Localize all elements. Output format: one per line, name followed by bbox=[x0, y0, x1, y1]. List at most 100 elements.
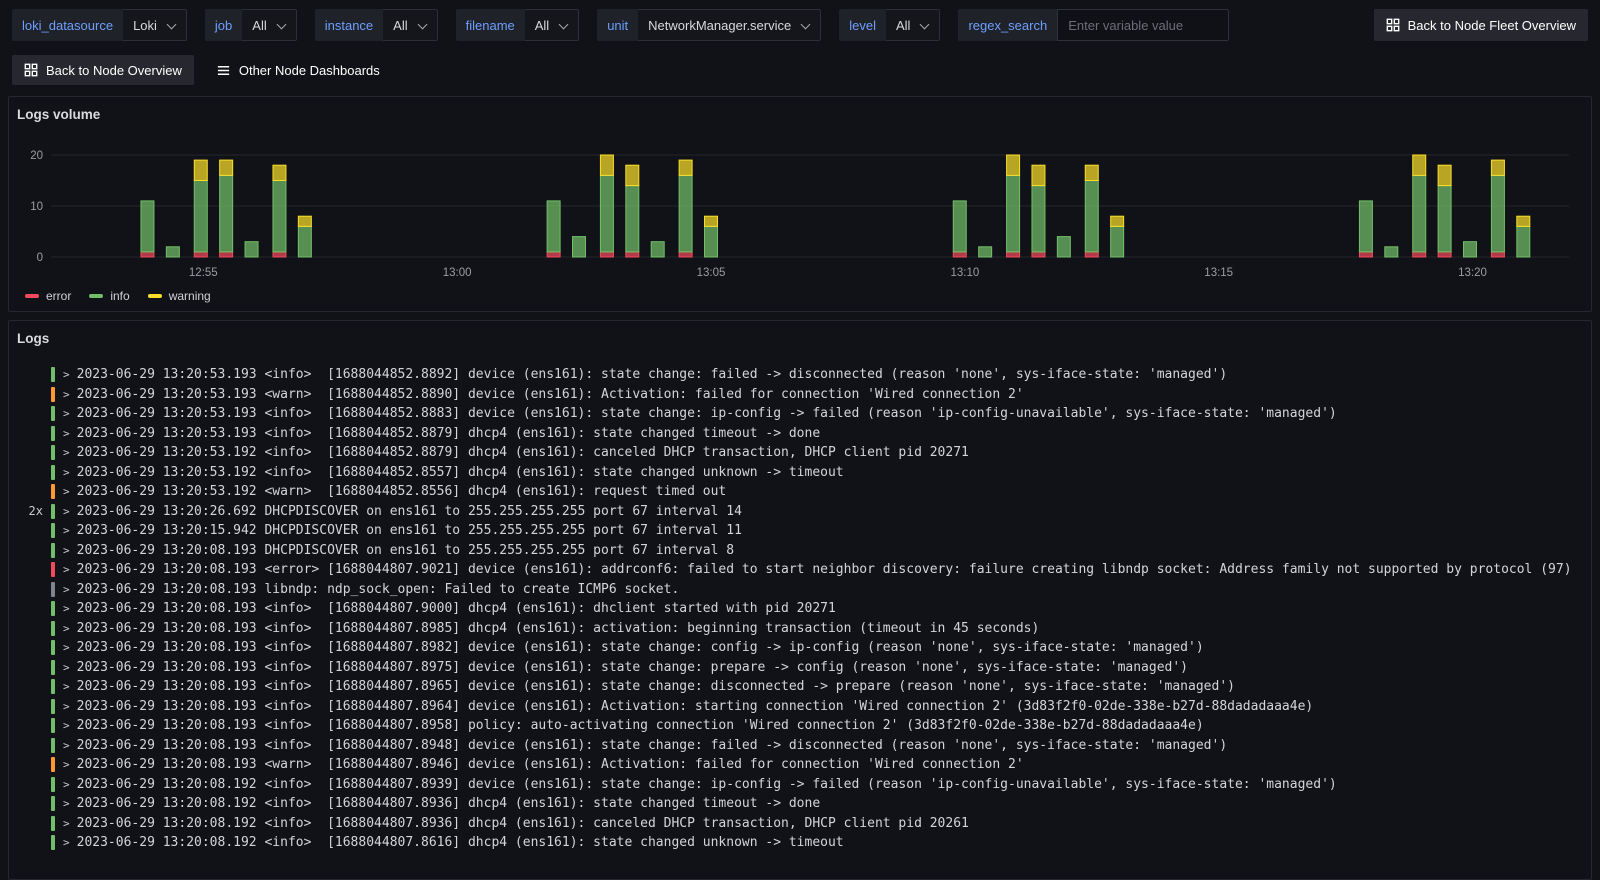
expand-chevron-icon[interactable]: > bbox=[63, 427, 70, 440]
log-row[interactable]: >2023-06-29 13:20:08.192 <info> [1688044… bbox=[17, 775, 1583, 795]
bar-segment-warning bbox=[219, 159, 234, 176]
logs-volume-chart[interactable]: 0 10 20 12:55 13:00 13:05 13:10 13:15 13:20 bbox=[17, 143, 1585, 283]
log-row[interactable]: >2023-06-29 13:20:53.193 <info> [1688044… bbox=[17, 424, 1583, 444]
log-level-indicator-info bbox=[51, 718, 55, 734]
log-row[interactable]: >2023-06-29 13:20:53.192 <info> [1688044… bbox=[17, 463, 1583, 483]
log-level-indicator-unknown bbox=[51, 581, 55, 597]
log-row[interactable]: >2023-06-29 13:20:53.193 <info> [1688044… bbox=[17, 404, 1583, 424]
log-row[interactable]: >2023-06-29 13:20:08.192 <info> [1688044… bbox=[17, 814, 1583, 834]
bar-segment-info bbox=[272, 180, 287, 253]
log-row[interactable]: >2023-06-29 13:20:53.193 <warn> [1688044… bbox=[17, 385, 1583, 405]
back-to-node-overview-button[interactable]: Back to Node Overview bbox=[12, 55, 194, 85]
expand-chevron-icon[interactable]: > bbox=[63, 544, 70, 557]
log-row[interactable]: >2023-06-29 13:20:08.193 <info> [1688044… bbox=[17, 619, 1583, 639]
expand-chevron-icon[interactable]: > bbox=[63, 719, 70, 732]
regex-search-input[interactable] bbox=[1057, 9, 1230, 41]
expand-chevron-icon[interactable]: > bbox=[63, 602, 70, 615]
legend-item-warning[interactable]: warning bbox=[147, 289, 211, 303]
expand-chevron-icon[interactable]: > bbox=[63, 700, 70, 713]
log-line-text: 2023-06-29 13:20:08.193 DHCPDISCOVER on … bbox=[76, 542, 735, 558]
legend-item-error[interactable]: error bbox=[25, 289, 71, 303]
log-level-indicator-info bbox=[51, 815, 55, 831]
variable-value-dropdown[interactable]: NetworkManager.service bbox=[638, 9, 822, 41]
log-level-indicator-info bbox=[51, 796, 55, 812]
log-line-text: 2023-06-29 13:20:08.192 <info> [16880448… bbox=[76, 815, 969, 831]
expand-chevron-icon[interactable]: > bbox=[63, 563, 70, 576]
bar-segment-warning bbox=[704, 215, 718, 227]
bar-segment-info bbox=[165, 246, 180, 258]
log-row[interactable]: >2023-06-29 13:20:08.192 <info> [1688044… bbox=[17, 794, 1583, 814]
back-to-node-fleet-overview-button[interactable]: Back to Node Fleet Overview bbox=[1373, 9, 1588, 41]
logs-panel-title: Logs bbox=[17, 331, 50, 346]
log-row[interactable]: >2023-06-29 13:20:08.193 libndp: ndp_soc… bbox=[17, 580, 1583, 600]
bar-segment-info bbox=[650, 241, 665, 258]
log-row[interactable]: >2023-06-29 13:20:53.192 <warn> [1688044… bbox=[17, 482, 1583, 502]
variable-value-dropdown[interactable]: All bbox=[885, 9, 941, 41]
log-line-text: 2023-06-29 13:20:08.192 <info> [16880448… bbox=[76, 835, 844, 851]
expand-chevron-icon[interactable]: > bbox=[63, 388, 70, 401]
log-row[interactable]: >2023-06-29 13:20:08.193 <info> [1688044… bbox=[17, 658, 1583, 678]
log-row[interactable]: >2023-06-29 13:20:08.192 <info> [1688044… bbox=[17, 833, 1583, 853]
expand-chevron-icon[interactable]: > bbox=[63, 739, 70, 752]
expand-chevron-icon[interactable]: > bbox=[63, 836, 70, 849]
chevron-down-icon bbox=[418, 21, 427, 30]
log-row[interactable]: >2023-06-29 13:20:08.193 <info> [1688044… bbox=[17, 736, 1583, 756]
log-row[interactable]: >2023-06-29 13:20:08.193 <info> [1688044… bbox=[17, 677, 1583, 697]
bar-segment-warning bbox=[1110, 215, 1125, 227]
variable-value-dropdown[interactable]: Loki bbox=[123, 9, 187, 41]
bar-segment-info bbox=[599, 174, 614, 253]
log-row[interactable]: >2023-06-29 13:20:08.193 <warn> [1688044… bbox=[17, 755, 1583, 775]
log-line-text: 2023-06-29 13:20:08.192 <info> [16880448… bbox=[76, 776, 1337, 792]
expand-chevron-icon[interactable]: > bbox=[63, 758, 70, 771]
bar-segment-error bbox=[599, 251, 614, 258]
expand-chevron-icon[interactable]: > bbox=[63, 466, 70, 479]
expand-chevron-icon[interactable]: > bbox=[63, 797, 70, 810]
log-row[interactable]: >2023-06-29 13:20:53.192 <info> [1688044… bbox=[17, 443, 1583, 463]
log-line-text: 2023-06-29 13:20:08.193 <info> [16880448… bbox=[76, 640, 1204, 656]
log-row[interactable]: >2023-06-29 13:20:08.193 DHCPDISCOVER on… bbox=[17, 541, 1583, 561]
log-row[interactable]: >2023-06-29 13:20:08.193 <info> [1688044… bbox=[17, 638, 1583, 658]
log-row[interactable]: >2023-06-29 13:20:08.193 <info> [1688044… bbox=[17, 599, 1583, 619]
bar-segment-error bbox=[272, 251, 287, 258]
bar-segment-info bbox=[244, 241, 259, 258]
expand-chevron-icon[interactable]: > bbox=[63, 485, 70, 498]
log-level-indicator-info bbox=[51, 698, 55, 714]
expand-chevron-icon[interactable]: > bbox=[63, 524, 70, 537]
log-line-text: 2023-06-29 13:20:53.192 <warn> [16880448… bbox=[76, 484, 727, 500]
log-row[interactable]: >2023-06-29 13:20:08.193 <info> [1688044… bbox=[17, 697, 1583, 717]
bar-segment-error bbox=[193, 251, 208, 258]
expand-chevron-icon[interactable]: > bbox=[63, 368, 70, 381]
expand-chevron-icon[interactable]: > bbox=[63, 680, 70, 693]
variable-value-dropdown[interactable]: All bbox=[383, 9, 438, 41]
bar-segment-info bbox=[1084, 180, 1099, 253]
expand-chevron-icon[interactable]: > bbox=[63, 446, 70, 459]
log-row[interactable]: >2023-06-29 13:20:08.193 <error> [168804… bbox=[17, 560, 1583, 580]
expand-chevron-icon[interactable]: > bbox=[63, 505, 70, 518]
log-level-indicator-info bbox=[51, 601, 55, 617]
log-row[interactable]: 2x >2023-06-29 13:20:26.692 DHCPDISCOVER … bbox=[17, 502, 1583, 522]
other-node-dashboards-button[interactable]: Other Node Dashboards bbox=[216, 55, 380, 85]
expand-chevron-icon[interactable]: > bbox=[63, 407, 70, 420]
variable-label: regex_search bbox=[958, 9, 1058, 41]
variable-value-dropdown[interactable]: All bbox=[524, 9, 580, 41]
log-level-indicator-info bbox=[51, 445, 55, 461]
bar-segment-error bbox=[1490, 251, 1505, 258]
expand-chevron-icon[interactable]: > bbox=[63, 661, 70, 674]
log-row[interactable]: >2023-06-29 13:20:15.942 DHCPDISCOVER on… bbox=[17, 521, 1583, 541]
legend-item-info[interactable]: info bbox=[89, 289, 130, 303]
bar-segment-warning bbox=[1516, 215, 1531, 227]
expand-chevron-icon[interactable]: > bbox=[63, 622, 70, 635]
log-row[interactable]: >2023-06-29 13:20:53.193 <info> [1688044… bbox=[17, 365, 1583, 385]
log-row[interactable]: >2023-06-29 13:20:08.193 <info> [1688044… bbox=[17, 716, 1583, 736]
bar-segment-info bbox=[1006, 174, 1021, 253]
variable-value-dropdown[interactable]: All bbox=[242, 9, 297, 41]
bar-segment-warning bbox=[297, 215, 312, 227]
log-line-text: 2023-06-29 13:20:53.193 <warn> [16880448… bbox=[76, 386, 1024, 402]
expand-chevron-icon[interactable]: > bbox=[63, 817, 70, 830]
expand-chevron-icon[interactable]: > bbox=[63, 778, 70, 791]
duplicate-count: 2x bbox=[28, 504, 43, 519]
log-level-indicator-info bbox=[51, 523, 55, 539]
chevron-down-icon bbox=[801, 21, 810, 30]
expand-chevron-icon[interactable]: > bbox=[63, 583, 70, 596]
expand-chevron-icon[interactable]: > bbox=[63, 641, 70, 654]
